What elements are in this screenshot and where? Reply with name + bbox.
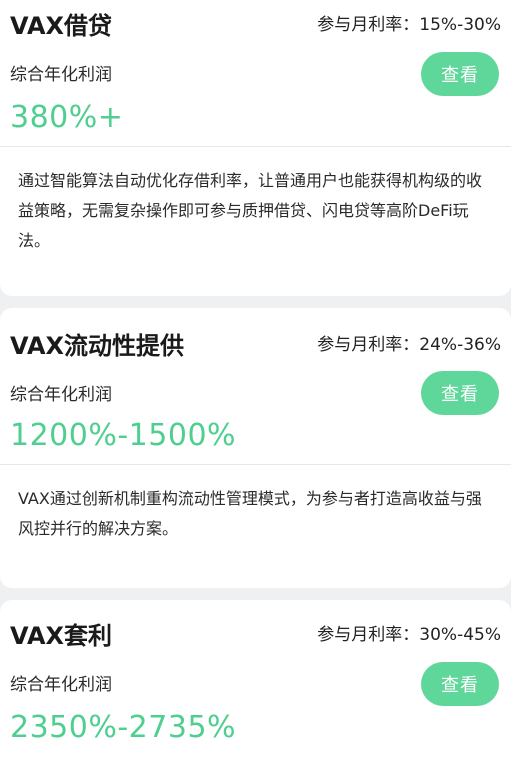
monthly-rate-value: 30%-45% [419,625,501,645]
product-title: VAX套利 [10,622,113,650]
annual-yield-label: 综合年化利润 [10,385,112,405]
product-title: VAX流动性提供 [10,332,185,360]
divider [0,146,511,147]
divider [0,464,511,465]
monthly-rate: 参与月利率：24%-36% [317,330,501,355]
product-description: VAX通过创新机制重构流动性管理模式，为参与者打造高收益与强风控并行的解决方案。 [18,489,482,538]
monthly-rate: 参与月利率：15%-30% [317,10,501,35]
product-description: 通过智能算法自动优化存借利率，让普通用户也能获得机构级的收益策略，无需复杂操作即… [18,171,483,250]
annual-yield-label: 综合年化利润 [10,675,112,695]
view-button[interactable]: 查看 [421,662,499,706]
product-card-arbitrage: VAX套利 参与月利率：30%-45% 综合年化利润 查看 2350%-2735… [0,600,511,763]
annual-yield-value: 1200%-1500% [10,418,237,453]
annual-yield-value: 380%+ [10,100,124,135]
annual-yield-label: 综合年化利润 [10,65,112,85]
annual-yield-value: 2350%-2735% [10,710,237,745]
view-button[interactable]: 查看 [421,52,499,96]
product-card-lending: VAX借贷 参与月利率：15%-30% 综合年化利润 查看 380%+ 通过智能… [0,0,511,296]
monthly-rate-label: 参与月利率： [317,335,420,355]
monthly-rate-value: 15%-30% [419,15,501,35]
view-button[interactable]: 查看 [421,371,499,415]
product-card-liquidity: VAX流动性提供 参与月利率：24%-36% 综合年化利润 查看 1200%-1… [0,308,511,588]
monthly-rate-label: 参与月利率： [317,625,420,645]
monthly-rate-label: 参与月利率： [317,15,420,35]
monthly-rate: 参与月利率：30%-45% [317,620,501,645]
product-title: VAX借贷 [10,12,113,40]
monthly-rate-value: 24%-36% [419,335,501,355]
